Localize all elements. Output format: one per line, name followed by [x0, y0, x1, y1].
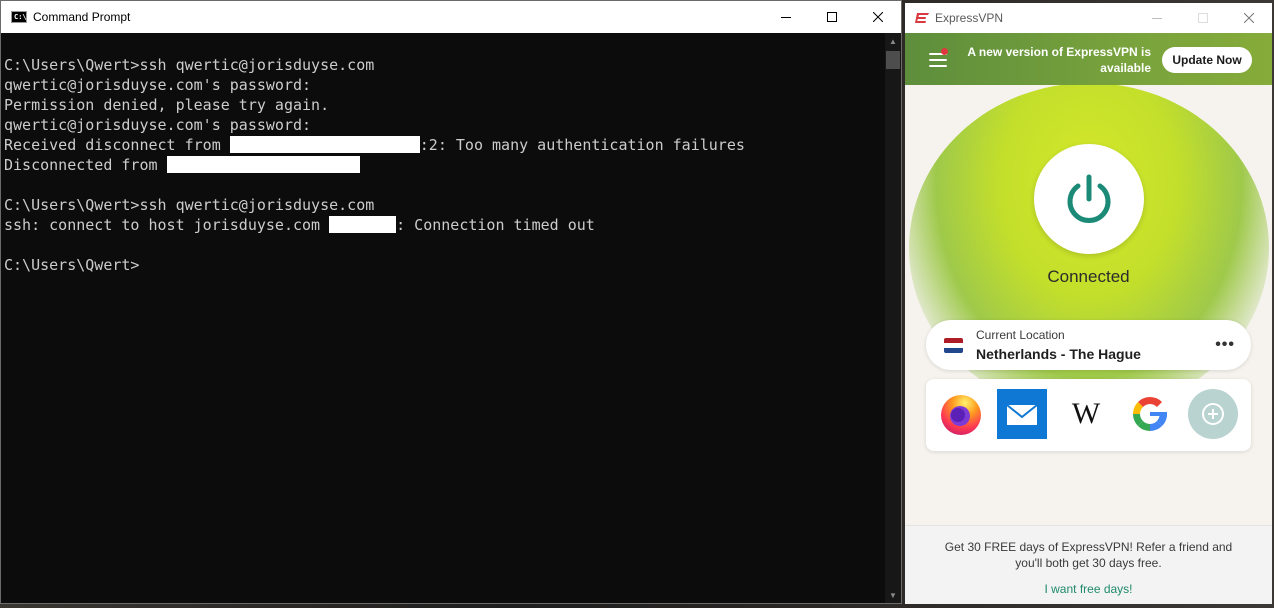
maximize-icon	[1198, 13, 1208, 23]
hamburger-menu-icon[interactable]	[929, 53, 947, 67]
wikipedia-shortcut[interactable]: W	[1061, 389, 1111, 439]
update-message: A new version of ExpressVPN is available	[967, 45, 1151, 75]
scrollbar-thumb[interactable]	[886, 51, 900, 69]
terminal-line: Disconnected from	[4, 155, 885, 175]
referral-footer: Get 30 FREE days of ExpressVPN! Refer a …	[905, 525, 1272, 604]
add-shortcut-icon	[1188, 389, 1238, 439]
terminal-line: C:\Users\Qwert>ssh qwertic@jorisduyse.co…	[4, 196, 375, 214]
more-options-icon[interactable]: •••	[1215, 336, 1235, 354]
redacted-block	[166, 156, 360, 173]
command-prompt-window: C:\ Command Prompt C:\Users\Qwert>ssh qw…	[0, 0, 902, 604]
expressvpn-window: ExpressVPN A new version of ExpressVPN i…	[905, 3, 1272, 604]
expressvpn-logo-icon	[915, 13, 929, 23]
vpn-titlebar[interactable]: ExpressVPN	[905, 3, 1272, 33]
close-button[interactable]	[855, 1, 901, 33]
scroll-up-arrow[interactable]: ▲	[885, 33, 901, 49]
mail-icon	[997, 389, 1047, 439]
vpn-main-panel: A new version of ExpressVPN is available…	[905, 33, 1272, 525]
app-shortcuts-bar: W	[926, 379, 1251, 451]
mail-shortcut[interactable]	[997, 389, 1047, 439]
minimize-icon	[1152, 18, 1162, 19]
close-icon	[1244, 13, 1254, 23]
vpn-window-controls	[1134, 3, 1272, 33]
cmd-app-icon: C:\	[11, 11, 27, 23]
terminal-line: qwertic@jorisduyse.com's password:	[4, 116, 312, 134]
cmd-titlebar[interactable]: C:\ Command Prompt	[1, 1, 901, 33]
redacted-block	[229, 136, 420, 153]
terminal-text: Received disconnect from	[4, 136, 230, 154]
vpn-window-title: ExpressVPN	[935, 11, 1004, 25]
google-icon	[1133, 397, 1167, 431]
wikipedia-icon: W	[1071, 397, 1101, 430]
terminal-output[interactable]: C:\Users\Qwert>ssh qwertic@jorisduyse.co…	[1, 33, 885, 603]
firefox-icon	[941, 395, 981, 435]
referral-text: Get 30 FREE days of ExpressVPN! Refer a …	[944, 540, 1233, 570]
location-caption: Current Location	[976, 328, 1065, 342]
terminal-text: ssh: connect to host jorisduyse.com	[4, 216, 330, 234]
redacted-block	[329, 216, 397, 233]
power-button[interactable]	[1034, 144, 1144, 254]
terminal-line: Received disconnect from :2: Too many au…	[4, 135, 885, 155]
terminal-line: Permission denied, please try again.	[4, 96, 330, 114]
update-now-button[interactable]: Update Now	[1162, 47, 1252, 73]
minimize-button[interactable]	[763, 1, 809, 33]
terminal-text: :2: Too many authentication failures	[419, 136, 745, 154]
vertical-scrollbar[interactable]: ▲ ▼	[885, 33, 901, 603]
terminal-text: : Connection timed out	[396, 216, 595, 234]
vpn-minimize-button[interactable]	[1134, 3, 1180, 33]
cmd-window-title: Command Prompt	[33, 10, 131, 24]
current-location-card[interactable]: Current Location Netherlands - The Hague…	[926, 320, 1251, 370]
update-banner: A new version of ExpressVPN is available…	[905, 33, 1272, 85]
notification-dot	[941, 48, 948, 55]
close-icon	[873, 12, 883, 22]
connection-status: Connected	[1047, 267, 1130, 286]
minimize-icon	[781, 17, 791, 18]
free-days-link[interactable]: I want free days!	[905, 582, 1272, 596]
terminal-text: Disconnected from	[4, 156, 167, 174]
cmd-window-controls	[763, 1, 901, 33]
location-name: Netherlands - The Hague	[976, 346, 1141, 362]
terminal-line: qwertic@jorisduyse.com's password:	[4, 76, 312, 94]
terminal-prompt: C:\Users\Qwert>	[4, 256, 140, 274]
terminal-line: ssh: connect to host jorisduyse.com : Co…	[4, 215, 885, 235]
power-icon	[1067, 174, 1111, 223]
google-shortcut[interactable]	[1125, 389, 1175, 439]
firefox-shortcut[interactable]	[936, 389, 986, 439]
vpn-close-button[interactable]	[1226, 3, 1272, 33]
maximize-button[interactable]	[809, 1, 855, 33]
add-shortcut-button[interactable]	[1188, 389, 1238, 439]
vpn-maximize-button[interactable]	[1180, 3, 1226, 33]
terminal-line: C:\Users\Qwert>ssh qwertic@jorisduyse.co…	[4, 56, 375, 74]
netherlands-flag-icon	[944, 338, 963, 353]
maximize-icon	[827, 12, 837, 22]
scroll-down-arrow[interactable]: ▼	[885, 587, 901, 603]
